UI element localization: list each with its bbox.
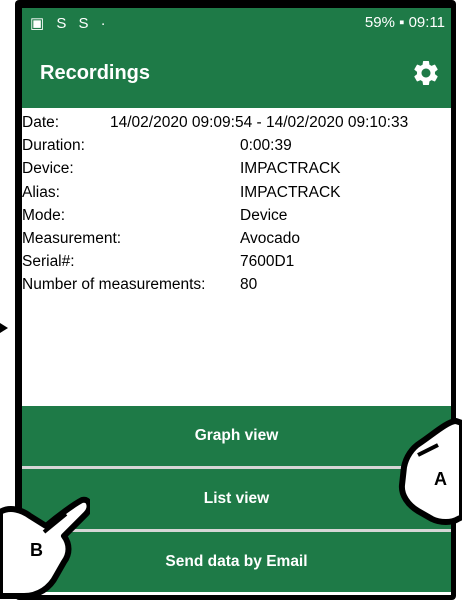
detail-value: IMPACTRACK — [240, 160, 341, 178]
page-title: Recordings — [40, 62, 151, 84]
detail-value: Avocado — [240, 229, 301, 247]
detail-label: Mode: — [22, 206, 66, 224]
detail-label: Serial#: — [22, 253, 75, 271]
detail-value: Device — [240, 206, 288, 224]
status-right-text: 59% ▪ 09:11 — [364, 14, 445, 31]
detail-label: Measurement: — [22, 229, 122, 247]
detail-label: Number of measurements: — [22, 276, 206, 294]
pointing-hand-icon-a: A — [398, 418, 462, 525]
detail-row-date: Date: 14/02/2020 09:09:54 - 14/02/2020 0… — [22, 114, 451, 137]
status-bar: ▣ S S · 59% ▪ 09:11 — [22, 8, 451, 38]
annotation-label-b: B — [30, 540, 43, 560]
detail-row-alias: Alias: IMPACTRACK — [22, 184, 451, 207]
pointing-hand-icon-b: B — [0, 496, 90, 599]
detail-label: Alias: — [22, 183, 60, 201]
detail-row-serial: Serial#: 7600D1 — [22, 253, 451, 276]
detail-row-duration: Duration: 0:00:39 — [22, 137, 451, 160]
detail-label: Device: — [22, 160, 74, 178]
detail-row-count: Number of measurements: 80 — [22, 276, 451, 299]
annotation-label-a: A — [434, 469, 447, 489]
detail-label: Duration: — [22, 137, 85, 155]
recording-details: Date: 14/02/2020 09:09:54 - 14/02/2020 0… — [22, 114, 451, 300]
status-left-icons: ▣ S S · — [30, 15, 110, 32]
app-bar: Recordings — [22, 38, 451, 108]
gear-icon[interactable] — [411, 58, 441, 88]
detail-value: 0:00:39 — [240, 137, 292, 155]
detail-value: 7600D1 — [240, 253, 295, 271]
detail-row-measurement: Measurement: Avocado — [22, 230, 451, 253]
detail-row-device: Device: IMPACTRACK — [22, 160, 451, 183]
detail-value: 80 — [240, 276, 258, 294]
arrow-icon — [0, 323, 8, 333]
detail-row-mode: Mode: Device — [22, 207, 451, 230]
detail-value: IMPACTRACK — [240, 183, 341, 201]
detail-label: Date: — [22, 114, 60, 131]
detail-value: 14/02/2020 09:09:54 - 14/02/2020 09:10:3… — [110, 114, 409, 131]
graph-view-button[interactable]: Graph view — [22, 406, 451, 466]
